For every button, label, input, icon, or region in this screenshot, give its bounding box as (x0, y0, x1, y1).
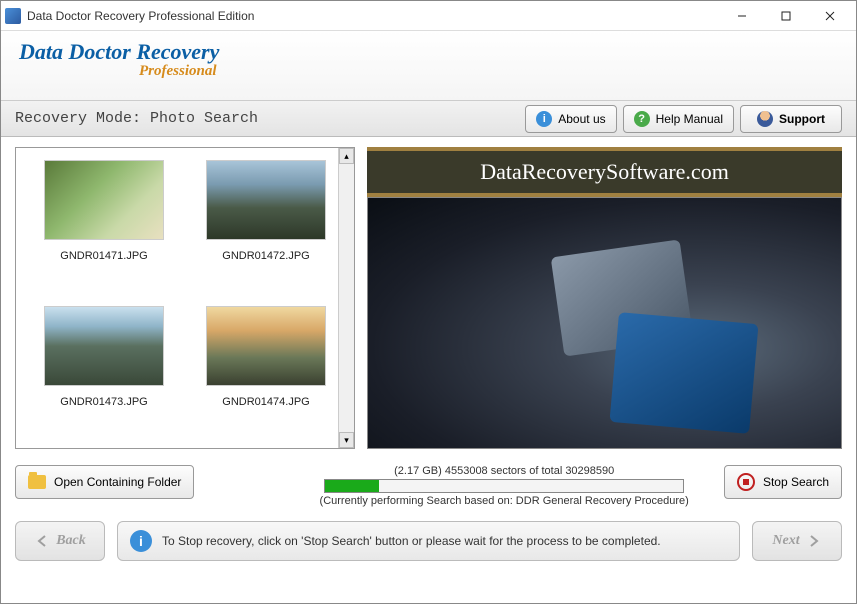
progress-fill (325, 480, 379, 492)
promo-banner: DataRecoverySoftware.com (367, 147, 842, 197)
footer: Back i To Stop recovery, click on 'Stop … (1, 511, 856, 575)
thumbnail-item[interactable]: GNDR01473.JPG (28, 306, 180, 436)
app-icon (5, 8, 21, 24)
thumbnail-item[interactable]: GNDR01471.JPG (28, 160, 180, 290)
titlebar: Data Doctor Recovery Professional Editio… (1, 1, 856, 31)
thumbnail-filename: GNDR01472.JPG (222, 250, 309, 262)
thumbnail-image (206, 306, 326, 386)
next-label: Next (772, 533, 799, 549)
thumbnail-filename: GNDR01471.JPG (60, 250, 147, 262)
about-button[interactable]: i About us (525, 105, 616, 133)
minimize-button[interactable] (720, 2, 764, 30)
hint-text: To Stop recovery, click on 'Stop Search'… (162, 534, 661, 548)
brand-header: Data Doctor Recovery Professional (1, 31, 856, 101)
about-label: About us (558, 112, 605, 126)
help-manual-button[interactable]: ? Help Manual (623, 105, 734, 133)
folder-icon (28, 475, 46, 489)
next-button: Next (752, 521, 842, 561)
thumbnails-grid: GNDR01471.JPG GNDR01472.JPG GNDR01473.JP… (16, 148, 354, 448)
scroll-up-icon[interactable]: ▴ (339, 148, 354, 164)
brand-sub: Professional (139, 63, 838, 80)
info-icon: i (536, 111, 552, 127)
hint-bar: i To Stop recovery, click on 'Stop Searc… (117, 521, 740, 561)
thumbnail-filename: GNDR01474.JPG (222, 396, 309, 408)
thumbnails-panel: GNDR01471.JPG GNDR01472.JPG GNDR01473.JP… (15, 147, 355, 449)
stop-label: Stop Search (763, 475, 829, 489)
maximize-button[interactable] (764, 2, 808, 30)
chevron-right-icon (806, 533, 822, 549)
window-title: Data Doctor Recovery Professional Editio… (27, 9, 720, 23)
chevron-left-icon (34, 533, 50, 549)
thumbnails-scrollbar[interactable]: ▴ ▾ (338, 148, 354, 448)
thumbnail-image (206, 160, 326, 240)
promo-panel: DataRecoverySoftware.com (367, 147, 842, 449)
thumbnail-image (44, 160, 164, 240)
open-folder-label: Open Containing Folder (54, 475, 181, 489)
thumbnail-item[interactable]: GNDR01474.JPG (190, 306, 342, 436)
back-label: Back (56, 533, 86, 549)
brand-main: Data Doctor Recovery (19, 39, 838, 65)
info-icon: i (130, 530, 152, 552)
back-button: Back (15, 521, 105, 561)
scrollbar-track[interactable] (339, 164, 354, 432)
support-label: Support (779, 112, 825, 126)
progress-center: (2.17 GB) 4553008 sectors of total 30298… (298, 465, 710, 507)
stop-search-button[interactable]: Stop Search (724, 465, 842, 499)
promo-image (367, 197, 842, 449)
progress-note: (Currently performing Search based on: D… (320, 495, 689, 507)
sectors-line: (2.17 GB) 4553008 sectors of total 30298… (394, 465, 614, 477)
scroll-down-icon[interactable]: ▾ (339, 432, 354, 448)
mode-bar: Recovery Mode: Photo Search i About us ?… (1, 101, 856, 137)
content-area: GNDR01471.JPG GNDR01472.JPG GNDR01473.JP… (1, 137, 856, 459)
recovery-mode-label: Recovery Mode: Photo Search (15, 110, 519, 127)
stop-icon (737, 473, 755, 491)
open-containing-folder-button[interactable]: Open Containing Folder (15, 465, 194, 499)
thumbnail-filename: GNDR01473.JPG (60, 396, 147, 408)
support-icon (757, 111, 773, 127)
help-icon: ? (634, 111, 650, 127)
close-button[interactable] (808, 2, 852, 30)
help-label: Help Manual (656, 112, 723, 126)
progress-bar (324, 479, 684, 493)
thumbnail-item[interactable]: GNDR01472.JPG (190, 160, 342, 290)
thumbnail-image (44, 306, 164, 386)
support-button[interactable]: Support (740, 105, 842, 133)
progress-row: Open Containing Folder (2.17 GB) 4553008… (1, 459, 856, 511)
